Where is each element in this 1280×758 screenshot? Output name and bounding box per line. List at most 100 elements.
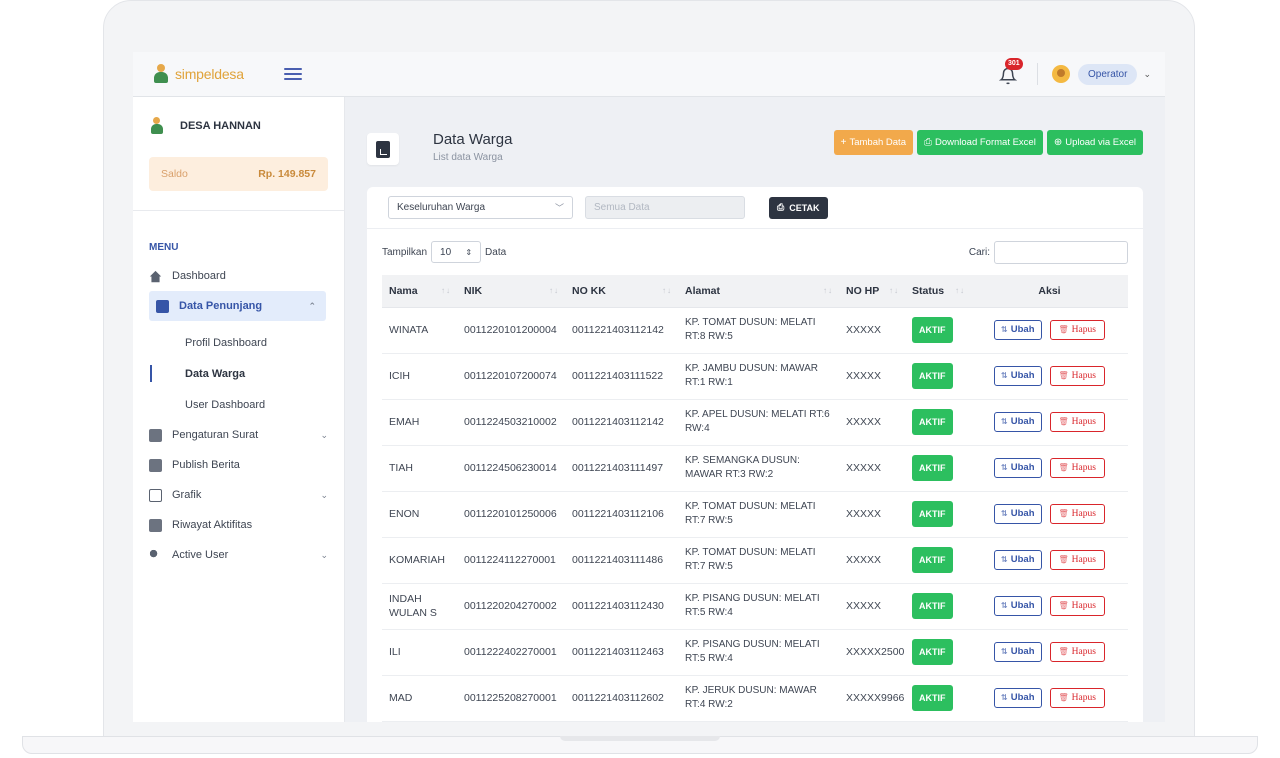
- show-entries-select[interactable]: 10 ⇕: [431, 241, 482, 263]
- cell-alamat: KP. PISANG DUSUN: MELATI RT:5 RW:4: [678, 629, 839, 676]
- sidebar-item-dashboard[interactable]: Dashboard: [133, 261, 344, 291]
- page-subtitle: List data Warga: [433, 152, 503, 163]
- printer-icon: ⎙: [777, 202, 785, 212]
- show-entries-label: Tampilkan: [382, 246, 428, 258]
- trash-icon: 🗑: [1058, 417, 1069, 426]
- cell-nik: 0011220101200004: [457, 307, 565, 354]
- cell-status: AKTIF: [905, 675, 971, 722]
- notification-bell-icon[interactable]: 301: [997, 58, 1023, 85]
- sidebar-item-publish-berita[interactable]: Publish Berita: [133, 450, 344, 480]
- chevron-down-icon: ⌄: [320, 489, 328, 500]
- edit-button[interactable]: ⇅ Ubah: [994, 642, 1042, 662]
- laptop-notch: [560, 736, 720, 741]
- document-icon: [156, 299, 169, 313]
- table-body: WINATA 0011220101200004 0011221403112142…: [382, 307, 1128, 722]
- cell-no-kk: 0011221403111486: [565, 537, 678, 584]
- sidebar-subitem-profil-dashboard[interactable]: Profil Dashboard: [133, 327, 344, 358]
- sidebar-item-grafik[interactable]: Grafik ⌄: [133, 480, 344, 510]
- menu-toggle-icon[interactable]: [283, 68, 302, 80]
- show-entries-value: 10: [440, 246, 452, 258]
- cell-aksi: ⇅ Ubah 🗑 Hapus: [971, 491, 1128, 538]
- balance-card: Saldo Rp. 149.857: [149, 157, 328, 191]
- table-row: TIAH 0011224506230014 0011221403111497 K…: [382, 445, 1128, 492]
- sidebar-item-label: Pengaturan Surat: [172, 429, 259, 441]
- sidebar-item-data-penunjang[interactable]: Data Penunjang ⌃: [149, 291, 326, 321]
- delete-button[interactable]: 🗑 Hapus: [1049, 688, 1105, 708]
- edit-button[interactable]: ⇅ Ubah: [994, 458, 1042, 478]
- scope-select[interactable]: Keseluruhan Warga ﹀: [388, 196, 573, 219]
- delete-button[interactable]: 🗑 Hapus: [1049, 596, 1105, 616]
- edit-button[interactable]: ⇅ Ubah: [994, 504, 1042, 524]
- column-header-nik[interactable]: NIK ↑↓: [457, 275, 565, 308]
- delete-button[interactable]: 🗑 Hapus: [1049, 642, 1105, 662]
- brand[interactable]: simpeldesa: [133, 52, 345, 96]
- print-button[interactable]: ⎙ CETAK: [769, 196, 828, 219]
- sidebar-item-active-user[interactable]: Active User ⌄: [133, 540, 344, 570]
- cell-no-hp: XXXXX: [839, 399, 905, 446]
- table-row: WINATA 0011220101200004 0011221403112142…: [382, 307, 1128, 354]
- search-label: Cari:: [968, 246, 990, 258]
- delete-button[interactable]: 🗑 Hapus: [1049, 366, 1105, 386]
- show-entries-suffix: Data: [485, 246, 507, 258]
- user-avatar[interactable]: [1051, 65, 1070, 83]
- column-header-no-kk[interactable]: NO KK ↑↓: [565, 275, 678, 308]
- download-excel-label: Download Format Excel: [934, 137, 1036, 148]
- column-header-alamat[interactable]: Alamat ↑↓: [678, 275, 839, 308]
- table-row: EMAH 0011224503210002 0011221403112142 K…: [382, 399, 1128, 446]
- sidebar-item-riwayat-aktifitas[interactable]: Riwayat Aktifitas: [133, 510, 344, 540]
- sidebar-item-pengaturan-surat[interactable]: Pengaturan Surat ⌄: [133, 420, 344, 450]
- status-badge: AKTIF: [912, 409, 953, 435]
- edit-button[interactable]: ⇅ Ubah: [994, 412, 1042, 432]
- sidebar-subitem-user-dashboard[interactable]: User Dashboard: [133, 389, 344, 420]
- data-filter-input: Semua Data: [585, 196, 745, 219]
- delete-button[interactable]: 🗑 Hapus: [1049, 458, 1105, 478]
- add-data-button[interactable]: + Tambah Data: [833, 130, 913, 155]
- cell-nik: 0011224112270001: [457, 537, 565, 584]
- edit-button[interactable]: ⇅ Ubah: [994, 550, 1042, 570]
- delete-button[interactable]: 🗑 Hapus: [1049, 504, 1105, 524]
- sidebar-item-label: Data Penunjang: [179, 300, 263, 312]
- cell-aksi: ⇅ Ubah 🗑 Hapus: [971, 445, 1128, 492]
- cell-aksi: ⇅ Ubah 🗑 Hapus: [971, 629, 1128, 676]
- users-icon: [149, 548, 162, 562]
- plus-icon: +: [840, 137, 847, 148]
- edit-button[interactable]: ⇅ Ubah: [994, 320, 1042, 340]
- sort-icon: ↑↓: [889, 286, 899, 295]
- trash-icon: 🗑: [1058, 647, 1069, 656]
- chevron-down-icon: ⌄: [320, 549, 328, 560]
- cell-nik: 0011225208270001: [457, 675, 565, 722]
- column-header-nama[interactable]: Nama ↑↓: [382, 275, 457, 308]
- edit-button[interactable]: ⇅ Ubah: [994, 596, 1042, 616]
- delete-button[interactable]: 🗑 Hapus: [1049, 412, 1105, 432]
- trash-icon: 🗑: [1058, 555, 1069, 564]
- edit-icon: ⇅: [1001, 693, 1008, 702]
- chevron-down-icon: ⌄: [320, 429, 328, 440]
- chart-icon: [149, 488, 162, 502]
- search-input[interactable]: [994, 240, 1128, 264]
- cell-no-kk: 0011221403112602: [565, 675, 678, 722]
- brand-logo-icon: [151, 64, 171, 84]
- user-menu-button[interactable]: Operator: [1077, 63, 1138, 85]
- column-header-status[interactable]: Status ↑↓: [905, 275, 971, 308]
- delete-button[interactable]: 🗑 Hapus: [1049, 550, 1105, 570]
- cell-aksi: ⇅ Ubah 🗑 Hapus: [971, 307, 1128, 354]
- page-titles: Data Warga List data Warga: [433, 131, 512, 163]
- sort-toggle-icon: ⇕: [465, 247, 473, 257]
- trash-icon: 🗑: [1058, 509, 1069, 518]
- sidebar-subitem-data-warga[interactable]: Data Warga: [133, 358, 344, 389]
- sidebar-item-label: Grafik: [172, 489, 202, 501]
- delete-button[interactable]: 🗑 Hapus: [1049, 320, 1105, 340]
- cell-aksi: ⇅ Ubah 🗑 Hapus: [971, 353, 1128, 400]
- cell-alamat: KP. JERUK DUSUN: MAWAR RT:4 RW:2: [678, 675, 839, 722]
- upload-excel-button[interactable]: ⊕ Upload via Excel: [1046, 130, 1143, 155]
- edit-button[interactable]: ⇅ Ubah: [994, 688, 1042, 708]
- edit-button[interactable]: ⇅ Ubah: [994, 366, 1042, 386]
- newspaper-icon: [149, 458, 162, 472]
- cell-no-hp: XXXXX: [839, 491, 905, 538]
- chevron-down-icon[interactable]: ⌄: [1143, 69, 1151, 80]
- search-area: Cari:: [968, 240, 1128, 264]
- download-excel-button[interactable]: ⎙ Download Format Excel: [916, 130, 1043, 155]
- cell-no-hp: XXXXX: [839, 445, 905, 492]
- cell-no-hp: XXXXX2500: [839, 629, 905, 676]
- column-header-no-hp[interactable]: NO HP ↑↓: [839, 275, 905, 308]
